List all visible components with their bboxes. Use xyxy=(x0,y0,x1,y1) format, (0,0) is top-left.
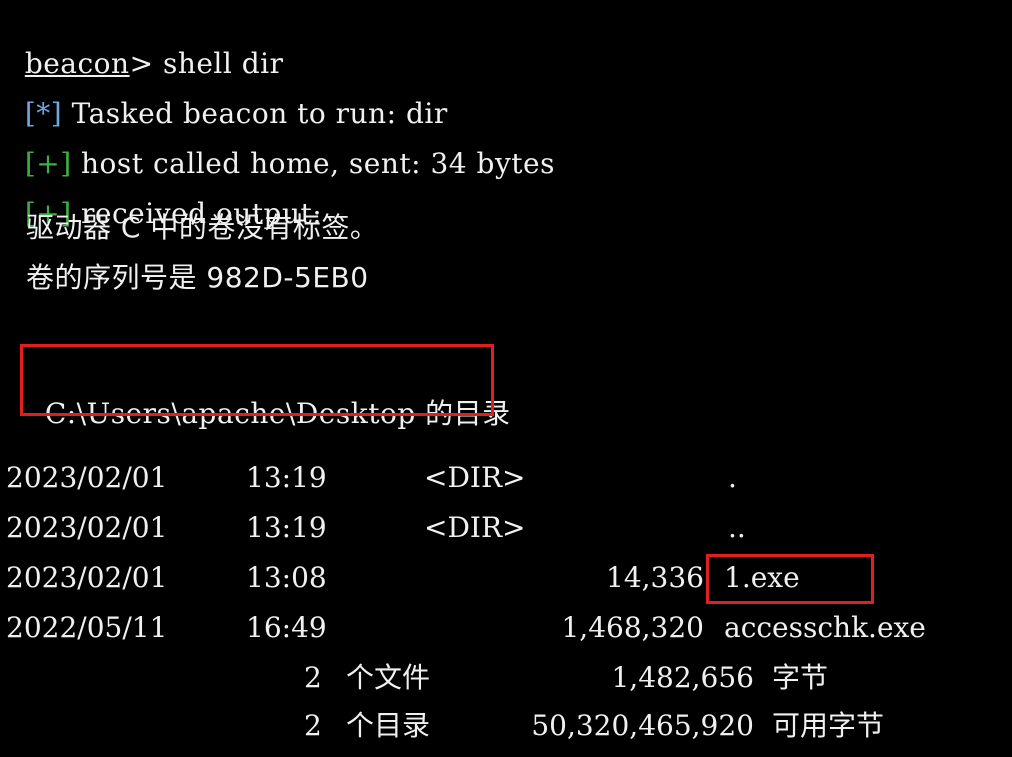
entry-time: 13:08 xyxy=(246,561,327,594)
summary-bytes: 1,482,656 xyxy=(611,661,754,694)
status-line-received: [+] received output: xyxy=(6,160,322,230)
directory-header: C:\Users\apache\Desktop 的目录 xyxy=(26,360,511,430)
summary-unit: 可用字节 xyxy=(772,709,885,742)
summary-count: 2 xyxy=(304,709,322,742)
status-line-sent: [+] host called home, sent: 34 bytes xyxy=(6,110,555,180)
entry-time: 13:19 xyxy=(246,461,327,494)
status-line-tasked: [*] Tasked beacon to run: dir xyxy=(6,60,448,130)
summary-count: 2 xyxy=(304,661,322,694)
directory-suffix: 的目录 xyxy=(415,397,511,430)
entry-type: <DIR> xyxy=(424,511,526,544)
entry-time: 16:49 xyxy=(246,611,327,644)
summary-label: 个文件 xyxy=(346,661,431,694)
summary-unit: 字节 xyxy=(772,661,829,694)
entry-name: 1.exe xyxy=(724,561,800,594)
entry-date: 2023/02/01 xyxy=(6,461,168,494)
entry-size: 1,468,320 xyxy=(561,611,704,644)
directory-path: C:\Users\apache\Desktop xyxy=(44,397,416,430)
entry-type: <DIR> xyxy=(424,461,526,494)
volume-serial-line: 卷的序列号是 982D-5EB0 xyxy=(26,261,369,294)
summary-bytes: 50,320,465,920 xyxy=(531,709,754,742)
entry-date: 2023/02/01 xyxy=(6,511,168,544)
command-line: beacon> shell dir xyxy=(6,10,284,80)
volume-label-line: 驱动器 C 中的卷没有标签。 xyxy=(26,211,379,244)
entry-time: 13:19 xyxy=(246,511,327,544)
entry-name: .. xyxy=(728,511,746,544)
entry-date: 2022/05/11 xyxy=(6,611,168,644)
entry-date: 2023/02/01 xyxy=(6,561,168,594)
summary-label: 个目录 xyxy=(346,709,431,742)
entry-name: accesschk.exe xyxy=(724,611,926,644)
entry-name: . xyxy=(728,461,737,494)
entry-size: 14,336 xyxy=(606,561,704,594)
